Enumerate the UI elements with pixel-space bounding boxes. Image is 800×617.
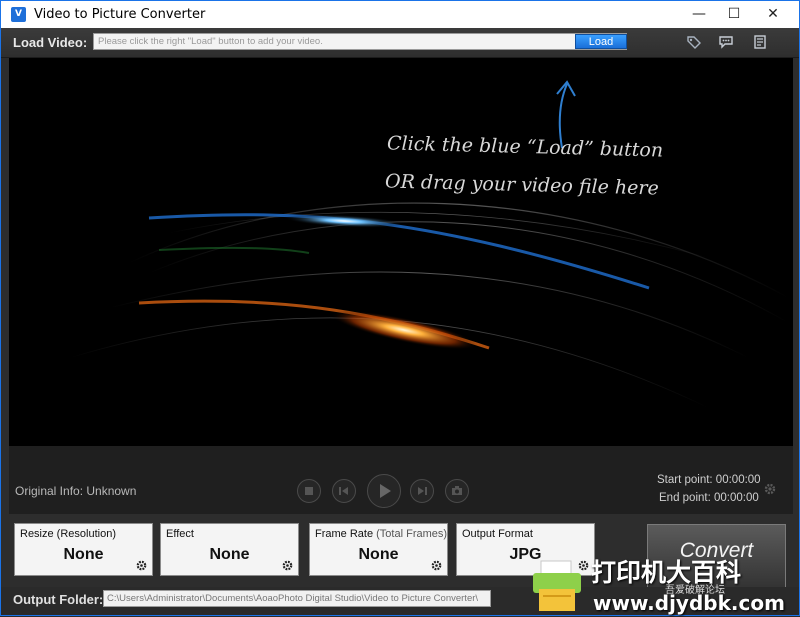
app-icon: V xyxy=(11,7,26,22)
resize-label: Resize (Resolution) xyxy=(20,528,116,540)
maximize-button[interactable]: ☐ xyxy=(714,1,754,28)
playback-bar: Original Info: Unknown Start point: 00:0… xyxy=(9,446,793,514)
load-video-bar: Load Video: Please click the right "Load… xyxy=(1,28,799,58)
app-window: V Video to Picture Converter — ☐ ✕ Load … xyxy=(0,0,800,616)
close-button[interactable]: ✕ xyxy=(753,1,793,28)
load-video-input[interactable]: Please click the right "Load" button to … xyxy=(93,33,627,50)
window-title: Video to Picture Converter xyxy=(34,7,206,22)
frame-rate-label: Frame Rate (Total Frames) xyxy=(315,528,448,540)
resize-value: None xyxy=(63,546,104,563)
output-format-label: Output Format xyxy=(462,528,533,540)
start-point: Start point: 00:00:00 xyxy=(657,474,761,486)
point-settings-icon[interactable] xyxy=(763,482,777,496)
printer-logo xyxy=(533,560,581,611)
tag-icon[interactable] xyxy=(686,35,702,49)
camera-icon xyxy=(452,486,462,495)
output-folder-input[interactable]: C:\Users\Administrator\Documents\AoaoPho… xyxy=(103,590,491,607)
stop-icon xyxy=(305,487,313,495)
gear-icon[interactable] xyxy=(135,559,148,572)
frame-rate-value: None xyxy=(358,546,399,563)
load-video-label: Load Video: xyxy=(13,35,88,50)
load-button[interactable]: Load xyxy=(575,34,627,49)
watermark-url: www.djydbk.com xyxy=(593,591,785,615)
title-bar: V Video to Picture Converter — ☐ ✕ xyxy=(1,1,799,28)
next-button[interactable] xyxy=(410,479,434,503)
play-button[interactable] xyxy=(367,474,401,508)
output-folder-label: Output Folder: xyxy=(13,592,104,607)
video-preview-area[interactable]: Click the blue “Load” button OR drag you… xyxy=(9,58,793,446)
watermark-overlay: 打印机大百科 吾爱破解论坛 www.djydbk.com xyxy=(529,547,800,617)
effect-label: Effect xyxy=(166,528,194,540)
minimize-button[interactable]: — xyxy=(679,1,719,28)
snapshot-button[interactable] xyxy=(445,479,469,503)
previous-button[interactable] xyxy=(332,479,356,503)
skip-back-icon xyxy=(339,487,348,495)
stop-button[interactable] xyxy=(297,479,321,503)
frame-rate-panel[interactable]: Frame Rate (Total Frames) None xyxy=(309,523,448,576)
play-icon xyxy=(380,484,391,498)
end-point: End point: 00:00:00 xyxy=(659,492,759,504)
light-streaks-graphic xyxy=(68,80,790,409)
chat-icon[interactable] xyxy=(718,35,734,49)
resize-panel[interactable]: Resize (Resolution) None xyxy=(14,523,153,576)
gear-icon[interactable] xyxy=(430,559,443,572)
original-info: Original Info: Unknown xyxy=(15,484,137,498)
gear-icon[interactable] xyxy=(281,559,294,572)
notes-icon[interactable] xyxy=(752,35,768,49)
effect-panel[interactable]: Effect None xyxy=(160,523,299,576)
skip-forward-icon xyxy=(418,487,427,495)
effect-value: None xyxy=(209,546,250,563)
